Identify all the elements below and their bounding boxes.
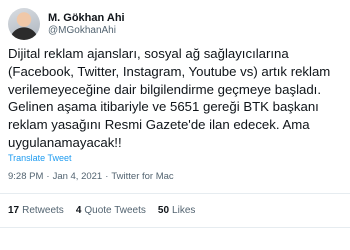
author-display-name[interactable]: M. Gökhan Ahi	[48, 12, 125, 25]
likes-stat[interactable]: 50 Likes	[158, 204, 195, 217]
tweet-header: M. Gökhan Ahi @MGokhanAhi	[8, 6, 125, 42]
retweets-label: Retweets	[22, 205, 64, 216]
likes-count: 50	[157, 205, 170, 216]
quote-tweets-stat[interactable]: 4 Quote Tweets	[76, 204, 146, 217]
author-handle[interactable]: @MGokhanAhi	[48, 25, 125, 37]
author-names: M. Gökhan Ahi @MGokhanAhi	[48, 12, 125, 37]
tweet-card: M. Gökhan Ahi @MGokhanAhi Dijital reklam…	[0, 0, 350, 250]
tweet-text-line: reklam yasağını Resmi Gazete'de ilan ede…	[8, 117, 310, 133]
tweet-stats: 17 Retweets 4 Quote Tweets 50 Likes	[8, 204, 207, 217]
avatar[interactable]	[8, 8, 40, 40]
quote-tweets-count: 4	[75, 205, 82, 216]
retweets-stat[interactable]: 17 Retweets	[8, 204, 64, 217]
tweet-text-line: verilemeyeceğine dair bilgilendirme geçm…	[8, 81, 321, 97]
quote-tweets-label: Quote Tweets	[84, 205, 146, 216]
tweet-text: Dijital reklam ajansları, sosyal ağ sağl…	[8, 45, 344, 152]
tweet-text-line: uygulanamayacak!!	[8, 134, 122, 150]
tweet-date[interactable]: Jan 4, 2021	[53, 171, 103, 182]
tweet-text-line: (Facebook, Twitter, Instagram, Youtube v…	[8, 63, 331, 79]
meta-separator: ·	[105, 171, 109, 182]
tweet-text-line: Dijital reklam ajansları, sosyal ağ sağl…	[8, 46, 289, 61]
likes-label: Likes	[172, 205, 196, 216]
meta-separator: ·	[46, 171, 50, 182]
retweets-count: 17	[8, 205, 20, 216]
translate-tweet-link[interactable]: Translate Tweet	[8, 153, 72, 164]
tweet-metadata: 9:28 PM · Jan 4, 2021 · Twitter for Mac	[8, 171, 174, 183]
divider	[0, 193, 350, 194]
tweet-time[interactable]: 9:28 PM	[8, 171, 43, 182]
tweet-source[interactable]: Twitter for Mac	[111, 171, 173, 182]
tweet-text-line: Gelinen aşama itibariyle ve 5651 gereği …	[8, 99, 319, 115]
divider	[0, 227, 350, 228]
